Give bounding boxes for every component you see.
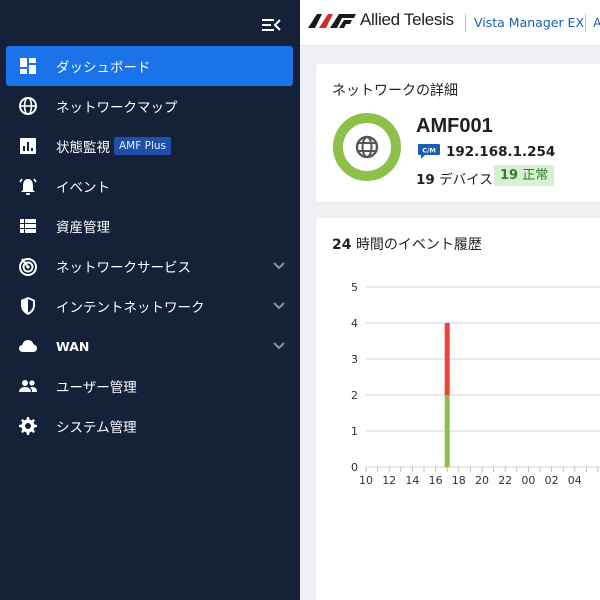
device-name[interactable]: AMF001 [416,115,493,138]
card-title: ネットワークの詳細 [332,83,458,99]
chart-bar [444,395,450,467]
sidebar-item-monitoring[interactable]: 状態監視 AMF Plus [0,126,300,166]
sidebar-top [0,0,300,46]
x-tick-label: 00 [521,474,535,487]
y-tick-label: 3 [351,353,358,366]
y-tick-label: 2 [351,389,358,402]
x-tick-label: 22 [498,474,512,487]
shield-icon [21,297,35,315]
globe-icon [355,135,379,159]
users-icon [19,380,37,392]
device-count: 19 デバイス [416,172,493,188]
card-title: 24 時間のイベント履歴 [332,237,482,253]
x-tick-label: 16 [429,474,443,487]
sidebar-item-user-management[interactable]: ユーザー管理 [0,366,300,406]
sidebar-item-events[interactable]: イベント [0,166,300,206]
x-tick-label: 12 [382,474,396,487]
sidebar-nav: ダッシュボード ネットワークマップ 状態監視 AMF Plus イベント 資産管… [0,46,300,446]
event-history-chart[interactable]: 01234510 12 14 16 18 20 22 00 02 04 [316,268,600,498]
amf-plus-badge: AMF Plus [114,137,171,155]
list-icon [20,219,36,233]
collapse-menu-icon[interactable] [260,16,282,34]
sidebar-item-label: インテントネットワーク [56,300,205,316]
sidebar-item-label: WAN [56,338,90,354]
bar-chart-icon [20,138,36,154]
header-link-truncated[interactable]: A [593,15,600,30]
y-tick-label: 0 [351,461,358,474]
sidebar-item-network-map[interactable]: ネットワークマップ [0,86,300,126]
network-status-donut[interactable] [332,112,402,182]
header-divider [585,14,586,32]
y-tick-label: 4 [351,317,358,330]
sidebar-item-network-services[interactable]: ネットワークサービス [0,246,300,286]
x-tick-label: 10 [359,474,373,487]
chart-bar [444,323,450,395]
dashboard-icon [20,58,36,74]
brand-name: Allied Telesis [360,10,454,29]
radar-icon [19,258,37,276]
cloud-icon [19,340,37,352]
network-details-card: ネットワークの詳細 AMF001 C/M 192.168.1.254 19 デバ… [316,64,600,202]
top-header: Allied Telesis Vista Manager EX A [300,0,600,46]
header-divider [465,14,466,32]
sidebar-item-intent-network[interactable]: インテントネットワーク [0,286,300,326]
chevron-down-icon[interactable] [272,341,286,351]
sidebar-item-label: イベント [56,180,110,196]
chevron-down-icon[interactable] [272,261,286,271]
x-tick-label: 04 [568,474,582,487]
status-badge: 19 正常 [494,165,555,186]
device-ip: 192.168.1.254 [446,144,556,160]
svg-text:C/M: C/M [422,146,436,154]
alarm-icon [19,178,37,195]
sidebar-item-label: ダッシュボード [56,60,151,76]
sidebar-item-label: システム管理 [56,420,137,436]
sidebar-item-wan[interactable]: WAN [0,326,300,366]
globe-icon [19,97,37,115]
sidebar-item-label: 状態監視 [56,140,110,156]
sidebar-item-system-management[interactable]: システム管理 [0,406,300,446]
sidebar-item-label: 資産管理 [56,220,110,236]
sidebar-item-assets[interactable]: 資産管理 [0,206,300,246]
vista-manager-link[interactable]: Vista Manager EX [474,15,584,30]
sidebar: ダッシュボード ネットワークマップ 状態監視 AMF Plus イベント 資産管… [0,0,300,600]
allied-telesis-logo [308,14,356,28]
controller-master-icon: C/M [418,144,440,159]
sidebar-item-label: ネットワークマップ [56,100,178,116]
gear-icon [19,417,37,435]
sidebar-item-dashboard[interactable]: ダッシュボード [6,46,293,86]
sidebar-item-label: ネットワークサービス [56,260,191,276]
chevron-down-icon[interactable] [272,301,286,311]
event-history-card: 24 時間のイベント履歴 0 1 2 3 4 5 10 12 14 16 18 20 22 00 02 04 [316,218,600,600]
x-tick-label: 18 [452,474,466,487]
x-tick-label: 20 [475,474,489,487]
y-tick-label: 1 [351,425,358,438]
x-tick-label: 02 [545,474,559,487]
sidebar-item-label: ユーザー管理 [56,380,137,396]
y-tick-label: 5 [351,281,358,294]
x-tick-label: 14 [405,474,419,487]
